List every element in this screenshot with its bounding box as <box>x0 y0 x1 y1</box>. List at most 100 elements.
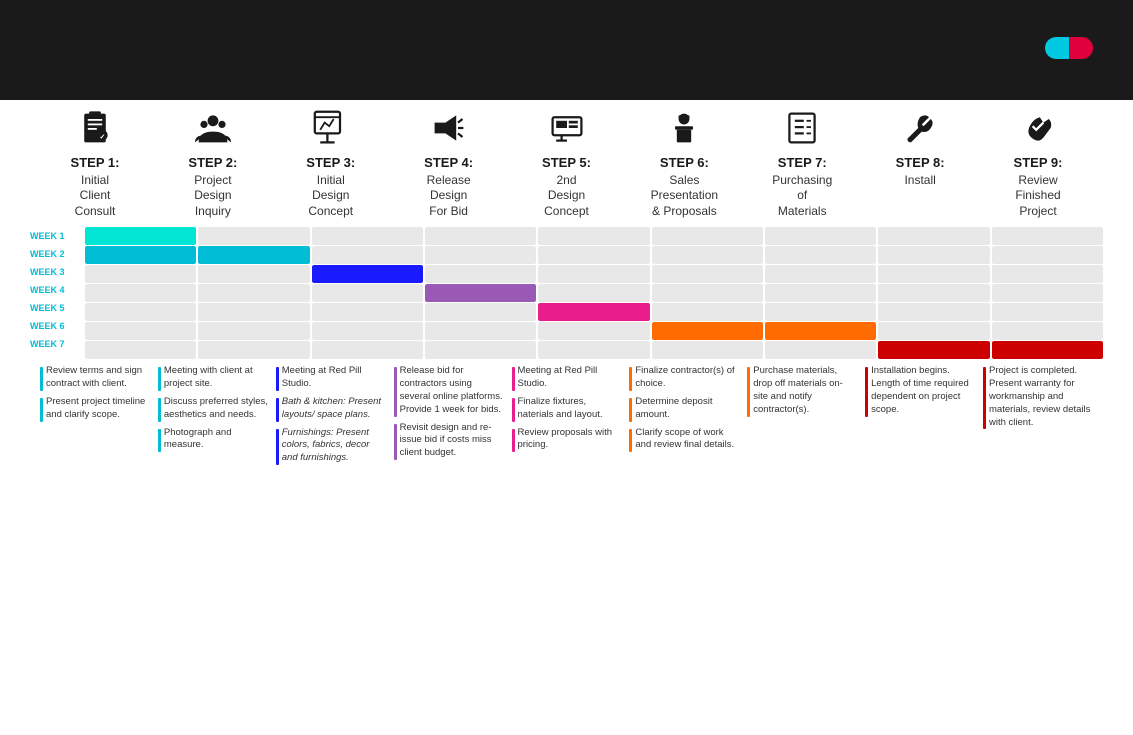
gantt-cell-6-1 <box>85 322 196 340</box>
gantt-cell-5-8 <box>878 303 989 321</box>
steps-header: ✓STEP 1:InitialClientConsultSTEP 2:Proje… <box>30 110 1103 219</box>
gantt-cell-6-6 <box>652 322 763 340</box>
gantt-cell-6-8 <box>878 322 989 340</box>
step-label-8: Install <box>904 173 935 189</box>
step-label-5: 2ndDesignConcept <box>544 173 589 220</box>
gantt-cell-2-6 <box>652 246 763 264</box>
step-number-3: STEP 3: <box>306 155 355 171</box>
gantt-cell-4-2 <box>198 284 309 302</box>
gantt-cell-1-7 <box>765 227 876 245</box>
gantt-cell-7-4 <box>425 341 536 359</box>
note-bar <box>158 367 161 391</box>
note-text: Meeting at Red Pill Studio. <box>282 365 386 391</box>
week-label-1: WEEK 1 <box>30 227 85 245</box>
step-label-7: PurchasingofMaterials <box>772 173 832 220</box>
gantt-cell-7-9 <box>992 341 1103 359</box>
step-col-9: STEP 9:ReviewFinishedProject <box>983 110 1093 219</box>
step-icon-4 <box>431 110 467 151</box>
note-item-2-1: Meeting with client at project site. <box>158 365 268 391</box>
gantt-cell-7-5 <box>538 341 649 359</box>
step-label-6: SalesPresentation& Proposals <box>651 173 718 220</box>
note-text: Project is completed. Present warranty f… <box>989 365 1093 429</box>
gantt-row-2 <box>85 246 1103 264</box>
gantt-row-5 <box>85 303 1103 321</box>
step-icon-8 <box>902 110 938 151</box>
gantt-cell-4-1 <box>85 284 196 302</box>
gantt-cell-2-2 <box>198 246 309 264</box>
gantt-cell-3-1 <box>85 265 196 283</box>
week-label-3: WEEK 3 <box>30 263 85 281</box>
gantt-cell-1-6 <box>652 227 763 245</box>
gantt-cell-3-7 <box>765 265 876 283</box>
gantt-cell-1-1 <box>85 227 196 245</box>
note-text: Purchase materials, drop off materials o… <box>753 365 857 416</box>
note-item-6-3: Clarify scope of work and review final d… <box>629 427 739 453</box>
gantt-cell-4-4 <box>425 284 536 302</box>
svg-text:✓: ✓ <box>100 132 106 141</box>
gantt-cell-7-3 <box>312 341 423 359</box>
note-bar <box>983 367 986 429</box>
step-col-1: ✓STEP 1:InitialClientConsult <box>40 110 150 219</box>
note-text: Furnishings: Present colors, fabrics, de… <box>282 427 386 465</box>
gantt-cell-2-7 <box>765 246 876 264</box>
note-text: Review proposals with pricing. <box>518 427 622 453</box>
note-item-1-2: Present project timeline and clarify sco… <box>40 396 150 422</box>
gantt-cell-6-7 <box>765 322 876 340</box>
note-col-4: Release bid for contractors using severa… <box>394 365 504 725</box>
pill-left <box>1045 37 1069 59</box>
note-bar <box>747 367 750 416</box>
note-text: Revisit design and re-issue bid if costs… <box>400 422 504 460</box>
note-item-3-2: Bath & kitchen: Present layouts/ space p… <box>276 396 386 422</box>
note-bar <box>40 398 43 422</box>
note-bar <box>629 398 632 422</box>
step-label-1: InitialClientConsult <box>75 173 116 220</box>
gantt-cell-7-7 <box>765 341 876 359</box>
note-bar <box>158 429 161 453</box>
step-col-6: STEP 6:SalesPresentation& Proposals <box>629 110 739 219</box>
step-label-2: ProjectDesignInquiry <box>194 173 231 220</box>
note-text: Photograph and measure. <box>164 427 268 453</box>
note-text: Bath & kitchen: Present layouts/ space p… <box>282 396 386 422</box>
note-text: Meeting at Red Pill Studio. <box>518 365 622 391</box>
note-item-1-1: Review terms and sign contract with clie… <box>40 365 150 391</box>
week-label-5: WEEK 5 <box>30 299 85 317</box>
step-label-3: InitialDesignConcept <box>308 173 353 220</box>
step-number-7: STEP 7: <box>778 155 827 171</box>
note-text: Discuss preferred styles, aesthetics and… <box>164 396 268 422</box>
gantt-row-1 <box>85 227 1103 245</box>
week-label-7: WEEK 7 <box>30 335 85 353</box>
note-col-9: Project is completed. Present warranty f… <box>983 365 1093 725</box>
note-item-7-1: Purchase materials, drop off materials o… <box>747 365 857 416</box>
gantt-cell-5-9 <box>992 303 1103 321</box>
gantt-cell-2-1 <box>85 246 196 264</box>
note-col-2: Meeting with client at project site. Disc… <box>158 365 268 725</box>
gantt-cell-7-2 <box>198 341 309 359</box>
note-col-8: Installation begins. Length of time requ… <box>865 365 975 725</box>
note-item-9-1: Project is completed. Present warranty f… <box>983 365 1093 429</box>
gantt-cell-1-8 <box>878 227 989 245</box>
logo <box>1045 37 1093 63</box>
step-col-4: STEP 4:ReleaseDesignFor Bid <box>394 110 504 219</box>
gantt-cell-6-9 <box>992 322 1103 340</box>
gantt-cell-1-4 <box>425 227 536 245</box>
gantt-cell-3-4 <box>425 265 536 283</box>
step-col-2: STEP 2:ProjectDesignInquiry <box>158 110 268 219</box>
gantt-cell-2-8 <box>878 246 989 264</box>
gantt-cell-3-8 <box>878 265 989 283</box>
step-icon-2 <box>195 110 231 151</box>
step-number-8: STEP 8: <box>896 155 945 171</box>
gantt-grid <box>85 227 1103 359</box>
gantt-cell-4-7 <box>765 284 876 302</box>
note-item-5-2: Finalize fixtures, naterials and layout. <box>512 396 622 422</box>
gantt-row-3 <box>85 265 1103 283</box>
note-text: Installation begins. Length of time requ… <box>871 365 975 416</box>
note-bar <box>512 367 515 391</box>
note-bar <box>394 367 397 416</box>
gantt-area: WEEK 1WEEK 2WEEK 3WEEK 4WEEK 5WEEK 6WEEK… <box>30 227 1103 359</box>
gantt-cell-2-4 <box>425 246 536 264</box>
week-labels: WEEK 1WEEK 2WEEK 3WEEK 4WEEK 5WEEK 6WEEK… <box>30 227 85 359</box>
gantt-cell-7-1 <box>85 341 196 359</box>
note-bar <box>512 429 515 453</box>
step-label-9: ReviewFinishedProject <box>1015 173 1060 220</box>
gantt-cell-6-4 <box>425 322 536 340</box>
